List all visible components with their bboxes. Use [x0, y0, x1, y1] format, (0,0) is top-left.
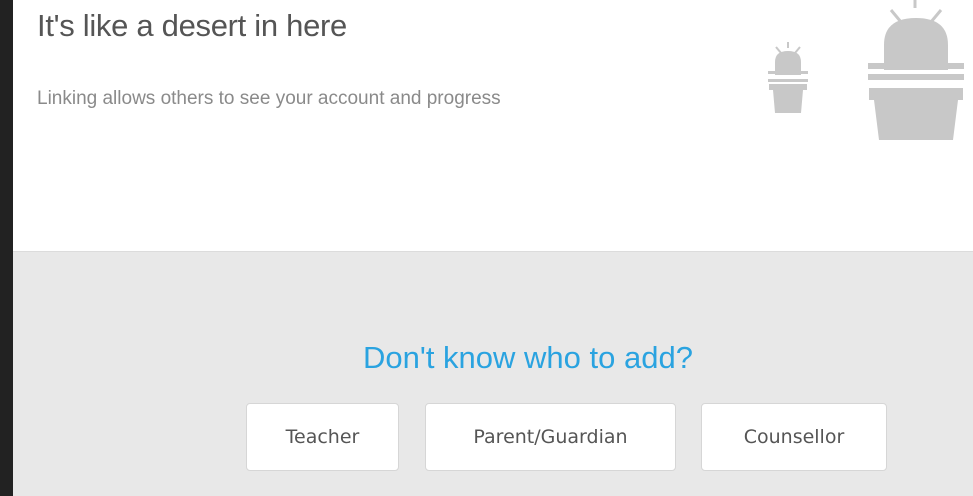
teacher-button-label: Teacher [285, 426, 360, 448]
suggestions-section: Don't know who to add? Teacher Parent/Gu… [13, 252, 973, 496]
suggestions-prompt: Don't know who to add? [363, 340, 693, 375]
parent-guardian-button-label: Parent/Guardian [473, 426, 628, 448]
large-cactus-icon [868, 0, 964, 140]
counsellor-button-label: Counsellor [743, 426, 845, 448]
linked-accounts-panel: It's like a desert in here Linking allow… [13, 0, 973, 496]
cactus-icon [768, 0, 964, 140]
empty-state-section: It's like a desert in here Linking allow… [13, 0, 973, 252]
empty-state-title: It's like a desert in here [37, 8, 347, 43]
counsellor-button[interactable]: Counsellor [701, 403, 887, 471]
parent-guardian-button[interactable]: Parent/Guardian [425, 403, 676, 471]
empty-state-description: Linking allows others to see your accoun… [37, 88, 501, 109]
teacher-button[interactable]: Teacher [246, 403, 399, 471]
window-frame: It's like a desert in here Linking allow… [0, 0, 973, 496]
small-cactus-icon [768, 42, 808, 113]
